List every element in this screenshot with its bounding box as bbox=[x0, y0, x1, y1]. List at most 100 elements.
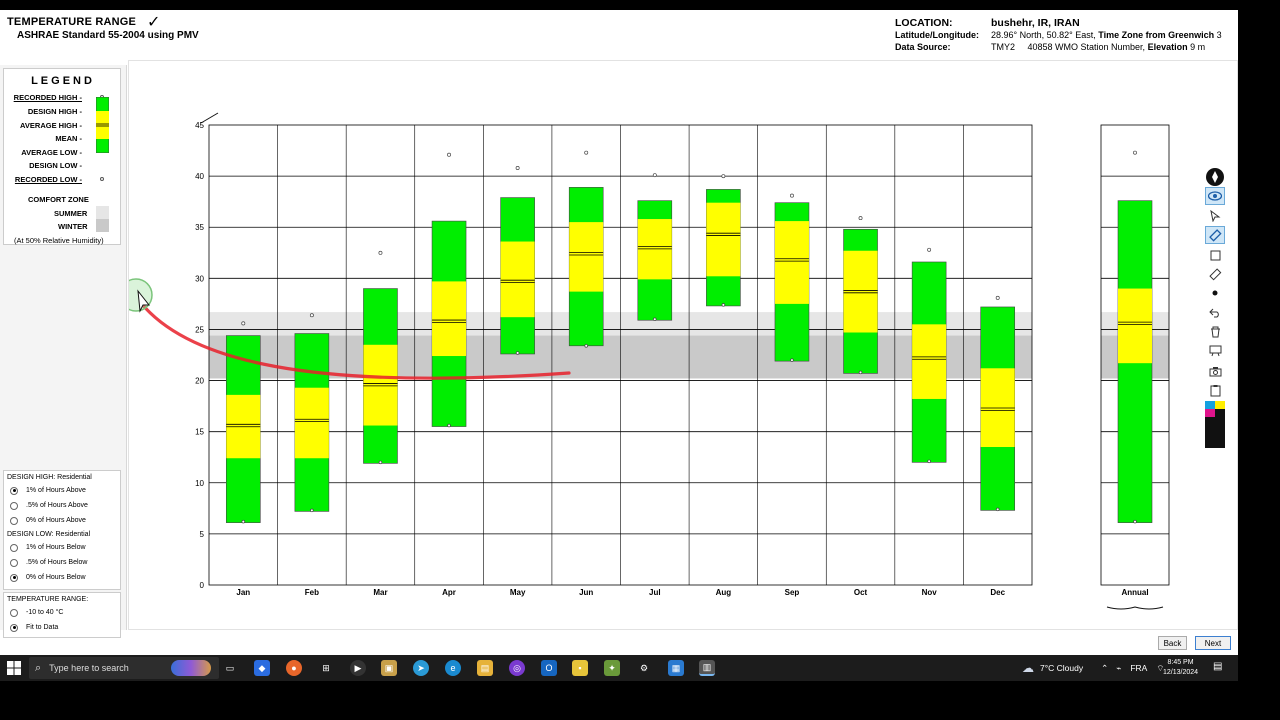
app-window-icon[interactable]: ▦ bbox=[668, 660, 684, 676]
temp-range-title: TEMPERATURE RANGE: bbox=[7, 596, 89, 603]
settings-gear-icon[interactable]: ⚙ bbox=[636, 660, 652, 676]
climate-consultant-icon[interactable]: ▥ bbox=[699, 660, 715, 676]
eraser-icon[interactable] bbox=[1205, 265, 1225, 283]
camera-icon[interactable] bbox=[1205, 362, 1225, 380]
design-high-option-3[interactable]: 0% of Hours Above bbox=[4, 513, 120, 528]
x-tick-label: Nov bbox=[922, 588, 938, 597]
radio-button[interactable] bbox=[10, 608, 18, 617]
task-view-icon[interactable]: ▭ bbox=[222, 660, 238, 676]
pointer-icon[interactable] bbox=[1205, 207, 1225, 225]
legend-winter: WINTER bbox=[58, 222, 88, 231]
month-nov-recorded-low-point bbox=[927, 459, 931, 464]
clipboard-icon[interactable] bbox=[1205, 381, 1225, 399]
x-tick-label: Jan bbox=[236, 588, 250, 597]
color-palette-icon[interactable] bbox=[1205, 401, 1225, 448]
design-high-option-2[interactable]: .5% of Hours Above bbox=[4, 498, 120, 513]
outlook-icon[interactable]: O bbox=[541, 660, 557, 676]
radio-button[interactable] bbox=[10, 486, 18, 495]
month-jan-recorded-high-point bbox=[241, 321, 246, 326]
x-tick-label: Jul bbox=[649, 588, 661, 597]
pen-logo-icon[interactable] bbox=[1205, 168, 1225, 186]
month-sep-recorded-low-point bbox=[790, 358, 794, 362]
back-button[interactable]: Back bbox=[1158, 636, 1187, 650]
option-label: 0% of Hours Below bbox=[26, 574, 86, 581]
copilot-icon[interactable]: ◆ bbox=[254, 660, 270, 676]
app-green-icon[interactable]: ✦ bbox=[604, 660, 620, 676]
firefox-icon[interactable]: ● bbox=[286, 660, 302, 676]
location-value: bushehr, IR, IRAN bbox=[991, 17, 1080, 29]
dot-icon[interactable] bbox=[1205, 284, 1225, 302]
projector-icon[interactable] bbox=[1205, 342, 1225, 360]
radio-button[interactable] bbox=[10, 543, 18, 552]
edge-icon[interactable]: e bbox=[445, 660, 461, 676]
legend-average-low: AVERAGE LOW - bbox=[21, 148, 82, 157]
chart-area: 0 5 10 15 20 25 30 35 40 45 Jan Feb Mar Apr May Jun Jul A… bbox=[128, 60, 1238, 630]
brace-annotation bbox=[1106, 606, 1164, 610]
x-tick-label: May bbox=[510, 588, 526, 597]
file-explorer-icon[interactable]: ▤ bbox=[477, 660, 493, 676]
source-label: Data Source: bbox=[895, 42, 951, 52]
square-icon[interactable] bbox=[1205, 246, 1225, 264]
month-apr-recorded-high-point bbox=[447, 152, 451, 157]
cloud-icon: ☁ bbox=[1022, 661, 1034, 675]
app-icon[interactable]: ▣ bbox=[381, 660, 397, 676]
highlighter-icon[interactable] bbox=[1205, 226, 1225, 244]
radio-button[interactable] bbox=[10, 516, 18, 525]
legend-design-high: DESIGN HIGH - bbox=[27, 107, 82, 116]
annual-recorded-high-point bbox=[1133, 150, 1137, 155]
y-tick-label: 5 bbox=[200, 530, 205, 539]
month-dec-recorded-high-point bbox=[995, 295, 1000, 300]
taskbar-search[interactable]: ⌕ Type here to search bbox=[29, 657, 219, 679]
left-panel: LEGEND RECORDED HIGH - DESIGN HIGH - AVE… bbox=[0, 65, 127, 638]
radio-button[interactable] bbox=[10, 501, 18, 510]
month-oct-recorded-low-point bbox=[858, 370, 863, 375]
chevron-up-icon[interactable]: ⌃ bbox=[1101, 663, 1108, 674]
radio-button[interactable] bbox=[10, 573, 18, 582]
weather-text[interactable]: 7°C Cloudy bbox=[1040, 663, 1083, 673]
x-tick-label: Oct bbox=[854, 588, 868, 597]
next-button[interactable]: Next bbox=[1195, 636, 1231, 650]
design-low-option-3[interactable]: 0% of Hours Below bbox=[4, 570, 120, 585]
temp-range-option-2[interactable]: Fit to Data bbox=[4, 620, 120, 635]
legend-title: LEGEND bbox=[31, 75, 95, 87]
temperature-range-chart: 0 5 10 15 20 25 30 35 40 45 Jan Feb Mar Apr May Jun Jul A… bbox=[129, 112, 1170, 610]
clock[interactable]: 8:45 PM 12/13/2024 bbox=[1163, 658, 1198, 678]
y-tick-label: 40 bbox=[195, 172, 204, 181]
x-tick-label: Sep bbox=[785, 588, 800, 597]
windows-start-icon[interactable] bbox=[7, 661, 21, 675]
clock-date: 12/13/2024 bbox=[1163, 669, 1199, 676]
notification-icon[interactable]: ▤ bbox=[1213, 661, 1222, 672]
month-jul-recorded-high-point bbox=[652, 173, 657, 178]
x-tick-label: Apr bbox=[442, 588, 456, 597]
chart-subtitle: ASHRAE Standard 55-2004 using PMV bbox=[17, 30, 199, 41]
y-tick-label: 20 bbox=[195, 377, 204, 386]
source-value: TMY2 40858 WMO Station Number, bbox=[991, 42, 1146, 52]
legend-comfort-zone: COMFORT ZONE bbox=[28, 195, 89, 204]
x-tick-label: Feb bbox=[305, 588, 319, 597]
undo-icon[interactable] bbox=[1205, 304, 1225, 322]
media-player-icon[interactable]: ▶ bbox=[350, 660, 366, 676]
notes-icon[interactable]: ▪ bbox=[572, 660, 588, 676]
x-tick-label: Dec bbox=[990, 588, 1005, 597]
trash-icon[interactable] bbox=[1205, 323, 1225, 341]
month-sep-recorded-high-point bbox=[790, 193, 794, 198]
eye-icon[interactable] bbox=[1205, 187, 1225, 205]
legend-humidity-note: (At 50% Relative Humidity) bbox=[14, 236, 104, 245]
design-high-option-1[interactable]: 1% of Hours Above bbox=[4, 483, 120, 498]
legend-bar bbox=[96, 97, 109, 153]
language-indicator[interactable]: FRA bbox=[1130, 663, 1147, 673]
temp-range-option-1[interactable]: -10 to 40 °C bbox=[4, 605, 120, 620]
y-tick-label: 45 bbox=[195, 121, 204, 130]
elevation-label: Elevation bbox=[1147, 42, 1188, 52]
store-icon[interactable]: ⊞ bbox=[318, 660, 334, 676]
y-tick-label: 25 bbox=[195, 325, 204, 334]
design-low-option-2[interactable]: .5% of Hours Below bbox=[4, 555, 120, 570]
location-info: LOCATION: bushehr, IR, IRAN Latitude/Lon… bbox=[895, 17, 1222, 53]
radio-button[interactable] bbox=[10, 558, 18, 567]
telegram-icon[interactable]: ➤ bbox=[413, 660, 429, 676]
app-purple-icon[interactable]: ◎ bbox=[509, 660, 525, 676]
month-jul-recorded-low-point bbox=[653, 317, 657, 321]
radio-button[interactable] bbox=[10, 623, 18, 632]
design-low-option-1[interactable]: 1% of Hours Below bbox=[4, 540, 120, 555]
network-icon[interactable]: ⌁ bbox=[1116, 663, 1121, 674]
